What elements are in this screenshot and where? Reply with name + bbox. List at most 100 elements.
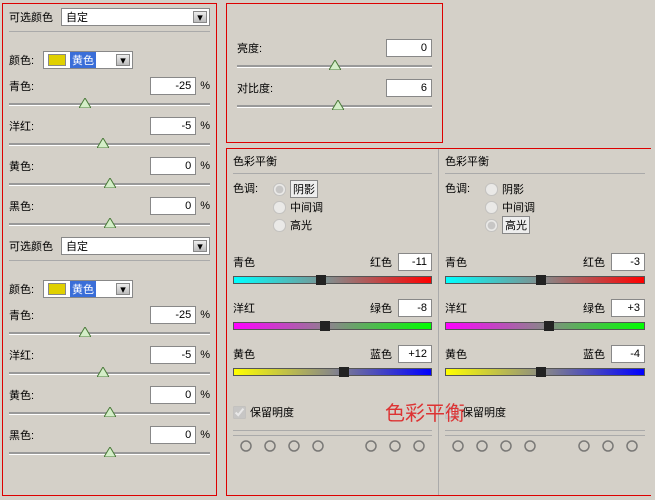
cb-left-yb-input[interactable]: +12: [398, 345, 432, 363]
cb-left-cr-input[interactable]: -11: [398, 253, 432, 271]
cb-left-mg-slider[interactable]: [233, 320, 432, 332]
cb-title-right: 色彩平衡: [445, 153, 489, 169]
cb-left-cr-left-label: 青色: [233, 254, 255, 270]
cb-right-cr-right-label: 红色: [583, 254, 605, 270]
sc1-black-slider[interactable]: [9, 218, 210, 230]
cb-left-mg-left-label: 洋红: [233, 300, 255, 316]
adjust-icon[interactable]: [263, 439, 277, 453]
cb-left-cr-right-label: 红色: [370, 254, 392, 270]
color-dropdown-2[interactable]: 黄色 ▾: [43, 280, 133, 298]
selective-color-title: 可选颜色: [9, 9, 61, 25]
contrast-input[interactable]: 6: [386, 79, 432, 97]
preset-value-1: 自定: [66, 9, 88, 25]
sc1-yellow-slider[interactable]: [9, 178, 210, 190]
sc1-magenta-label: 洋红:: [9, 118, 69, 134]
reset-icon[interactable]: [388, 439, 402, 453]
brightness-input[interactable]: 0: [386, 39, 432, 57]
cb-right-cr-input[interactable]: -3: [611, 253, 645, 271]
tone-label-left: 色调:: [233, 180, 273, 234]
selective-bottom-block: 颜色: 黄色 ▾ 青色:-25%洋红:-5%黄色:0%黑色:0%: [9, 265, 210, 459]
cb-iconbar-right: [445, 435, 645, 455]
cb-right-mg-right-label: 绿色: [583, 300, 605, 316]
sc2-yellow-input[interactable]: 0: [150, 386, 196, 404]
swatch-icon: [48, 54, 66, 66]
ring-icon[interactable]: [451, 439, 465, 453]
cb-right-mg-slider[interactable]: [445, 320, 645, 332]
cb-right-mg-input[interactable]: +3: [611, 299, 645, 317]
trash-icon[interactable]: [412, 439, 426, 453]
chevron-down-icon: ▾: [193, 11, 207, 23]
color-label-2: 颜色:: [9, 281, 43, 297]
chevron-down-icon: ▾: [193, 240, 207, 252]
cb-right-cr-slider[interactable]: [445, 274, 645, 286]
cb-left-cr-slider[interactable]: [233, 274, 432, 286]
sc1-cyan-slider[interactable]: [9, 98, 210, 110]
tone-highlights-right[interactable]: 高光: [485, 216, 535, 234]
cb-iconbar-left: [233, 435, 432, 455]
percent-label: %: [200, 309, 210, 321]
color-name-2: 黄色: [70, 281, 96, 297]
sc1-black-label: 黑色:: [9, 198, 69, 214]
sc2-magenta-input[interactable]: -5: [150, 346, 196, 364]
cb-right-yb-slider[interactable]: [445, 366, 645, 378]
tone-highlights-left[interactable]: 高光: [273, 216, 323, 234]
cb-left-yb-right-label: 蓝色: [370, 346, 392, 362]
chevron-down-icon: ▾: [116, 54, 130, 66]
sc2-black-slider[interactable]: [9, 447, 210, 459]
selective-color-title-2: 可选颜色: [9, 238, 61, 254]
tone-label-right: 色调:: [445, 180, 485, 234]
color-balance-group: 色彩平衡色调:阴影中间调高光青色红色-11洋红绿色-8黄色蓝色+12保留明度 色…: [226, 148, 651, 496]
color-balance-left: 色彩平衡色调:阴影中间调高光青色红色-11洋红绿色-8黄色蓝色+12保留明度: [227, 149, 439, 495]
cb-left-yb-left-label: 黄色: [233, 346, 255, 362]
clip-icon[interactable]: [577, 439, 591, 453]
color-name-1: 黄色: [70, 52, 96, 68]
sc1-black-input[interactable]: 0: [150, 197, 196, 215]
sc2-magenta-slider[interactable]: [9, 367, 210, 379]
cb-left-mg-input[interactable]: -8: [398, 299, 432, 317]
cb-right-yb-input[interactable]: -4: [611, 345, 645, 363]
ring-icon[interactable]: [239, 439, 253, 453]
brightness-contrast-panel: 亮度: 0 对比度: 6: [226, 3, 443, 143]
preset-dropdown-2[interactable]: 自定 ▾: [61, 237, 210, 255]
link-icon[interactable]: [287, 439, 301, 453]
percent-label: %: [200, 429, 210, 441]
swatch-icon: [48, 283, 66, 295]
sc1-cyan-input[interactable]: -25: [150, 77, 196, 95]
sc1-magenta-input[interactable]: -5: [150, 117, 196, 135]
reset-icon[interactable]: [601, 439, 615, 453]
preserve-lum-right[interactable]: 保留明度: [445, 404, 645, 420]
clip-icon[interactable]: [364, 439, 378, 453]
contrast-slider[interactable]: [237, 100, 432, 112]
percent-label: %: [200, 200, 210, 212]
sc1-yellow-input[interactable]: 0: [150, 157, 196, 175]
trash-icon[interactable]: [625, 439, 639, 453]
eye-icon[interactable]: [523, 439, 537, 453]
sc2-black-input[interactable]: 0: [150, 426, 196, 444]
adjust-icon[interactable]: [475, 439, 489, 453]
tone-shadows-right[interactable]: 阴影: [485, 180, 535, 198]
sc2-cyan-slider[interactable]: [9, 327, 210, 339]
eye-icon[interactable]: [311, 439, 325, 453]
color-dropdown-1[interactable]: 黄色 ▾: [43, 51, 133, 69]
brightness-slider[interactable]: [237, 60, 432, 72]
tone-midtones-right[interactable]: 中间调: [485, 198, 535, 216]
percent-label: %: [200, 349, 210, 361]
link-icon[interactable]: [499, 439, 513, 453]
percent-label: %: [200, 80, 210, 92]
brightness-label: 亮度:: [237, 40, 317, 56]
tone-midtones-left[interactable]: 中间调: [273, 198, 323, 216]
sc2-yellow-slider[interactable]: [9, 407, 210, 419]
sc2-black-label: 黑色:: [9, 427, 69, 443]
sc1-magenta-slider[interactable]: [9, 138, 210, 150]
percent-label: %: [200, 120, 210, 132]
preset-dropdown-1[interactable]: 自定 ▾: [61, 8, 210, 26]
cb-right-mg-left-label: 洋红: [445, 300, 467, 316]
sc2-yellow-label: 黄色:: [9, 387, 69, 403]
sc1-cyan-label: 青色:: [9, 78, 69, 94]
sc2-cyan-input[interactable]: -25: [150, 306, 196, 324]
cb-left-mg-right-label: 绿色: [370, 300, 392, 316]
tone-shadows-left[interactable]: 阴影: [273, 180, 323, 198]
sc1-yellow-label: 黄色:: [9, 158, 69, 174]
cb-right-yb-right-label: 蓝色: [583, 346, 605, 362]
cb-left-yb-slider[interactable]: [233, 366, 432, 378]
